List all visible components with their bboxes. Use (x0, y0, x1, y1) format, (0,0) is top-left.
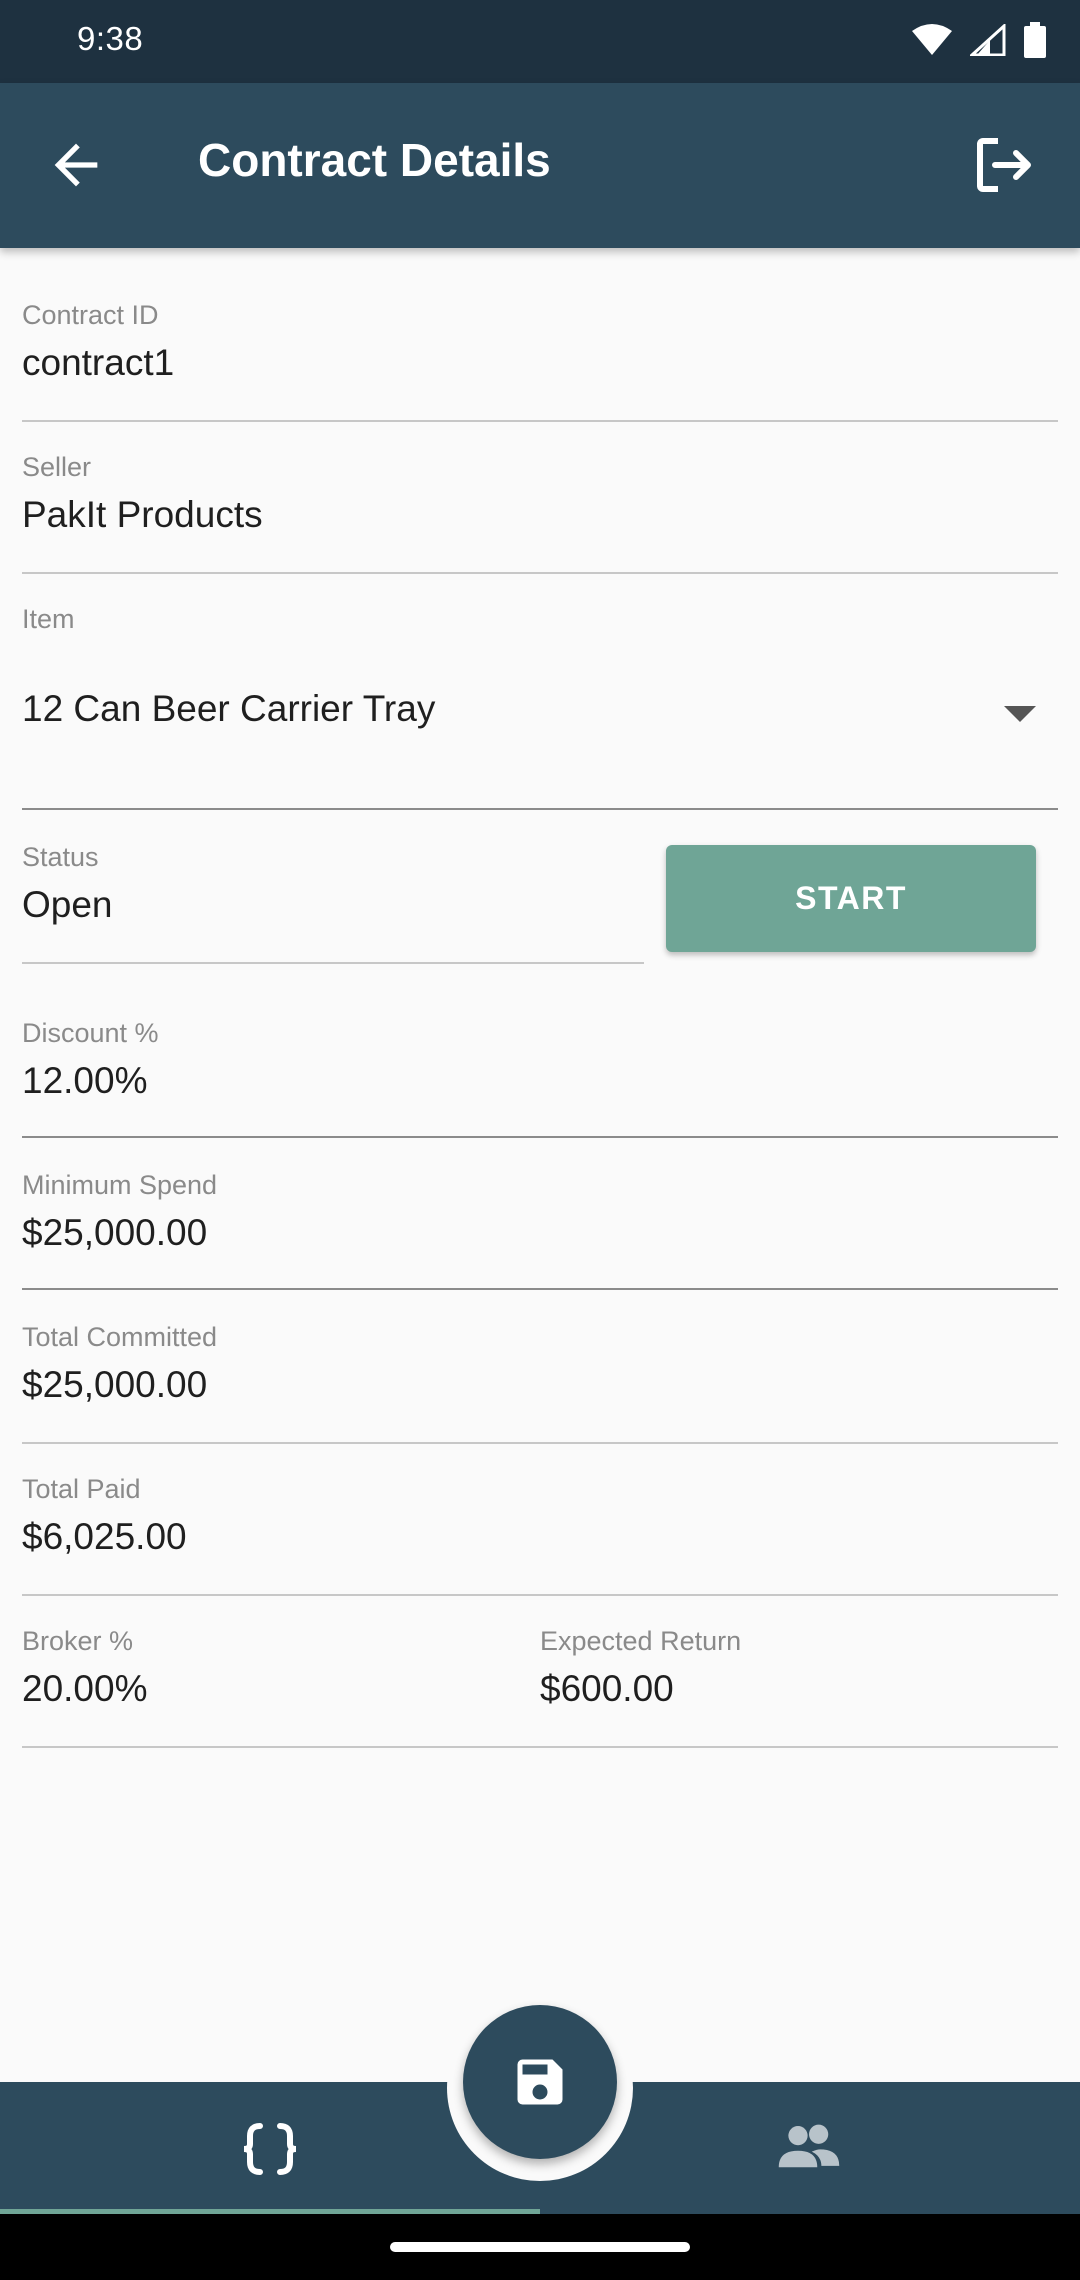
minimum-spend-underline (22, 1288, 1058, 1290)
minimum-spend-field[interactable]: Minimum Spend $25,000.00 (22, 1170, 1058, 1292)
contract-id-label: Contract ID (22, 300, 159, 330)
wifi-icon (912, 24, 952, 55)
chevron-down-icon (1004, 706, 1036, 722)
battery-icon (1024, 22, 1046, 58)
discount-underline (22, 1136, 1058, 1138)
contract-id-underline (22, 420, 1058, 422)
home-gesture-handle[interactable] (390, 2242, 690, 2252)
seller-label: Seller (22, 452, 92, 482)
logout-icon (977, 138, 1031, 192)
code-braces-icon (243, 2123, 297, 2175)
total-paid-underline (22, 1594, 1058, 1596)
app-bar: Contract Details (0, 83, 1080, 248)
broker-field[interactable]: Broker % 20.00% (22, 1626, 540, 1748)
minimum-spend-value: $25,000.00 (22, 1212, 208, 1253)
discount-field[interactable]: Discount % 12.00% (22, 1018, 1058, 1140)
status-value: Open (22, 884, 113, 925)
broker-value: 20.00% (22, 1668, 148, 1709)
status-icons (912, 22, 1046, 58)
broker-label: Broker % (22, 1626, 134, 1656)
cell-signal-icon (970, 24, 1006, 56)
expected-return-value: $600.00 (540, 1668, 674, 1709)
expected-return-label: Expected Return (540, 1626, 742, 1656)
expected-return-underline (540, 1746, 1058, 1748)
status-bar: 9:38 (0, 0, 1080, 83)
total-paid-label: Total Paid (22, 1474, 141, 1504)
nav-item-contract[interactable] (0, 2082, 440, 2214)
broker-underline (22, 1746, 540, 1748)
total-committed-field[interactable]: Total Committed $25,000.00 (22, 1322, 1058, 1444)
status-underline (22, 962, 644, 964)
discount-label: Discount % (22, 1018, 159, 1048)
total-committed-underline (22, 1442, 1058, 1444)
start-button[interactable]: START (666, 845, 1036, 952)
status-time: 9:38 (77, 20, 144, 57)
back-button[interactable] (44, 133, 108, 197)
total-paid-field[interactable]: Total Paid $6,025.00 (22, 1474, 1058, 1596)
save-icon (517, 2059, 563, 2105)
contract-id-value: contract1 (22, 342, 175, 383)
contract-id-field[interactable]: Contract ID contract1 (22, 300, 1058, 422)
arrow-back-icon (54, 143, 98, 187)
seller-underline (22, 572, 1058, 574)
status-label: Status (22, 842, 99, 872)
minimum-spend-label: Minimum Spend (22, 1170, 218, 1200)
item-dropdown[interactable]: Item 12 Can Beer Carrier Tray (22, 604, 1058, 812)
system-gesture-bar (0, 2214, 1080, 2280)
seller-value: PakIt Products (22, 494, 263, 535)
expected-return-field[interactable]: Expected Return $600.00 (540, 1626, 1058, 1748)
page-title: Contract Details (198, 134, 551, 186)
total-committed-value: $25,000.00 (22, 1364, 208, 1405)
seller-field[interactable]: Seller PakIt Products (22, 452, 1058, 574)
people-icon (778, 2124, 840, 2168)
logout-button[interactable] (968, 129, 1040, 201)
status-field[interactable]: Status Open (22, 842, 644, 964)
item-value: 12 Can Beer Carrier Tray (22, 688, 436, 729)
item-label: Item (22, 604, 75, 634)
item-underline (22, 808, 1058, 810)
nav-item-people[interactable] (640, 2082, 1080, 2214)
save-button[interactable] (463, 2005, 617, 2159)
discount-value: 12.00% (22, 1060, 148, 1101)
total-paid-value: $6,025.00 (22, 1516, 187, 1557)
total-committed-label: Total Committed (22, 1322, 218, 1352)
